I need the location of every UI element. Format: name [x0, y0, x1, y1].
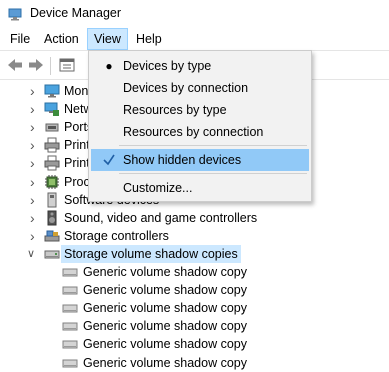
menu-bar: File Action View Help: [0, 28, 389, 50]
volume-copy-icon: [62, 286, 78, 295]
view-menu-item-label: Resources by type: [123, 103, 227, 117]
tree-child-item[interactable]: Generic volume shadow copy: [0, 281, 389, 299]
port-icon: [45, 123, 59, 132]
printer-icon: [44, 137, 60, 153]
forward-arrow-icon[interactable]: [27, 57, 45, 73]
view-menu-item[interactable]: ● Devices by type: [91, 55, 309, 77]
menu-file[interactable]: File: [4, 28, 36, 50]
tree-child-label: Generic volume shadow copy: [83, 355, 247, 370]
monitor-icon: [44, 84, 60, 98]
tree-child-item[interactable]: Generic volume shadow copy: [0, 317, 389, 335]
volume-copy-icon: [62, 322, 78, 331]
expand-chevron-icon[interactable]: ›: [30, 227, 35, 245]
printer-icon: [44, 155, 60, 171]
tree-child-item[interactable]: Generic volume shadow copy: [0, 335, 389, 353]
storage-controller-icon: [44, 230, 60, 242]
expand-chevron-icon[interactable]: ›: [30, 118, 35, 136]
back-arrow-icon[interactable]: [6, 57, 24, 73]
view-menu-item[interactable]: Show hidden devices: [91, 149, 309, 171]
tree-child-label: Generic volume shadow copy: [83, 301, 247, 316]
view-menu-item-label: Devices by type: [123, 59, 212, 73]
speaker-icon: [47, 210, 57, 226]
tree-child-item[interactable]: Generic volume shadow copy: [0, 299, 389, 317]
tree-item-label: Storage volume shadow copies: [61, 244, 241, 263]
view-menu-item[interactable]: Resources by type: [91, 99, 309, 121]
tree-child-item[interactable]: Generic volume shadow copy: [0, 263, 389, 281]
expand-chevron-icon[interactable]: ›: [30, 209, 35, 227]
expand-chevron-icon[interactable]: ›: [30, 82, 35, 100]
drive-icon: [44, 250, 60, 259]
tree-item[interactable]: ∨ Storage volume shadow copies: [0, 244, 389, 263]
expand-chevron-icon[interactable]: ›: [30, 191, 35, 209]
view-menu-dropdown: ● Devices by type Devices by connection Res…: [88, 50, 312, 202]
view-menu-item-label: Resources by connection: [123, 125, 264, 139]
expand-chevron-icon[interactable]: ›: [30, 173, 35, 191]
volume-copy-icon: [62, 359, 78, 367]
view-menu-item-label: Devices by connection: [123, 81, 249, 95]
tree-child-label: Generic volume shadow copy: [83, 319, 247, 334]
menu-help[interactable]: Help: [130, 28, 168, 50]
view-menu-item[interactable]: Resources by connection: [91, 121, 309, 143]
view-menu-item[interactable]: Devices by connection: [91, 77, 309, 99]
tree-item[interactable]: › Storage controllers: [0, 227, 389, 245]
expand-chevron-icon[interactable]: ›: [30, 100, 35, 118]
tree-child-label: Generic volume shadow copy: [83, 337, 247, 352]
menu-separator: [119, 145, 307, 146]
menu-action[interactable]: Action: [38, 28, 85, 50]
volume-copy-icon: [62, 340, 78, 349]
tree-item[interactable]: › Sound, video and game controllers: [0, 209, 389, 227]
bullet-icon: ●: [105, 59, 113, 73]
menu-view[interactable]: View: [87, 28, 128, 50]
view-menu-item-label: Show hidden devices: [123, 153, 242, 167]
collapse-chevron-icon[interactable]: ∨: [27, 245, 35, 263]
volume-copy-icon: [62, 304, 78, 313]
device-manager-icon: [8, 8, 22, 21]
tree-child-label: Generic volume shadow copy: [83, 265, 247, 279]
tree-child-label: Generic volume shadow copy: [83, 283, 247, 298]
view-menu-item-label: Customize...: [123, 181, 193, 195]
toolbar-separator: [50, 57, 51, 75]
menu-separator: [119, 173, 307, 174]
expand-chevron-icon[interactable]: ›: [30, 154, 35, 172]
network-adapter-icon: [44, 102, 59, 117]
software-device-icon: [47, 192, 57, 208]
tree-item-label: Storage controllers: [64, 228, 169, 243]
checkmark-icon: [103, 154, 115, 166]
tree-item-label: Sound, video and game controllers: [64, 210, 258, 225]
volume-copy-icon: [62, 268, 78, 277]
expand-chevron-icon[interactable]: ›: [30, 136, 35, 154]
view-menu-item[interactable]: Customize...: [91, 177, 309, 199]
processor-icon: [45, 174, 59, 189]
properties-icon[interactable]: [58, 57, 76, 73]
title-bar: Device Manager: [0, 0, 389, 28]
tree-child-item[interactable]: Generic volume shadow copy: [0, 354, 389, 372]
window-title: Device Manager: [30, 6, 122, 20]
